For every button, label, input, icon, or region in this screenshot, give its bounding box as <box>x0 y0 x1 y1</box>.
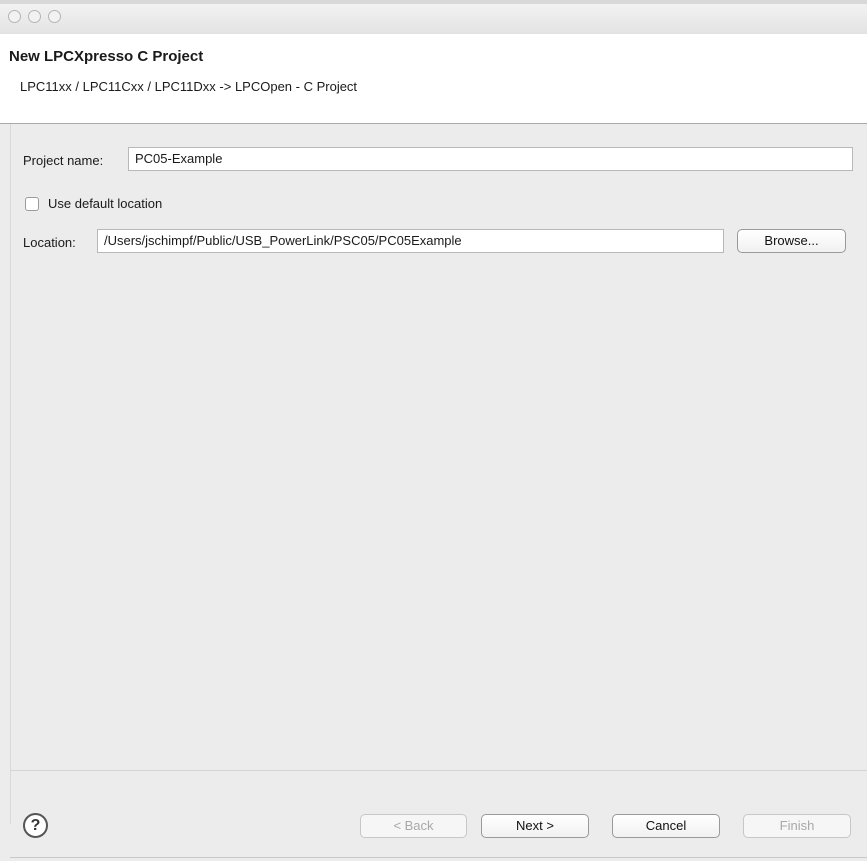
footer-separator <box>10 770 867 771</box>
bottom-border <box>10 857 867 858</box>
use-default-location-checkbox[interactable] <box>25 197 39 211</box>
window-titlebar <box>0 0 867 34</box>
cancel-button[interactable]: Cancel <box>612 814 720 838</box>
minimize-icon[interactable] <box>28 10 41 23</box>
browse-button[interactable]: Browse... <box>737 229 846 253</box>
finish-button[interactable]: Finish <box>743 814 851 838</box>
location-input[interactable]: /Users/jschimpf/Public/USB_PowerLink/PSC… <box>97 229 724 253</box>
project-name-label: Project name: <box>23 153 104 168</box>
titlebar-strip <box>0 0 867 4</box>
next-button[interactable]: Next > <box>481 814 589 838</box>
wizard-subtitle: LPC11xx / LPC11Cxx / LPC11Dxx -> LPCOpen… <box>20 79 358 94</box>
zoom-icon[interactable] <box>48 10 61 23</box>
project-name-input[interactable]: PC05-Example <box>128 147 853 171</box>
help-icon[interactable]: ? <box>23 813 48 838</box>
wizard-title: New LPCXpresso C Project <box>9 48 204 65</box>
close-icon[interactable] <box>8 10 21 23</box>
use-default-location-label: Use default location <box>48 196 163 211</box>
location-label: Location: <box>23 235 76 250</box>
wizard-header: New LPCXpresso C Project LPC11xx / LPC11… <box>0 34 867 124</box>
back-button[interactable]: < Back <box>360 814 467 838</box>
content-border <box>10 124 11 824</box>
